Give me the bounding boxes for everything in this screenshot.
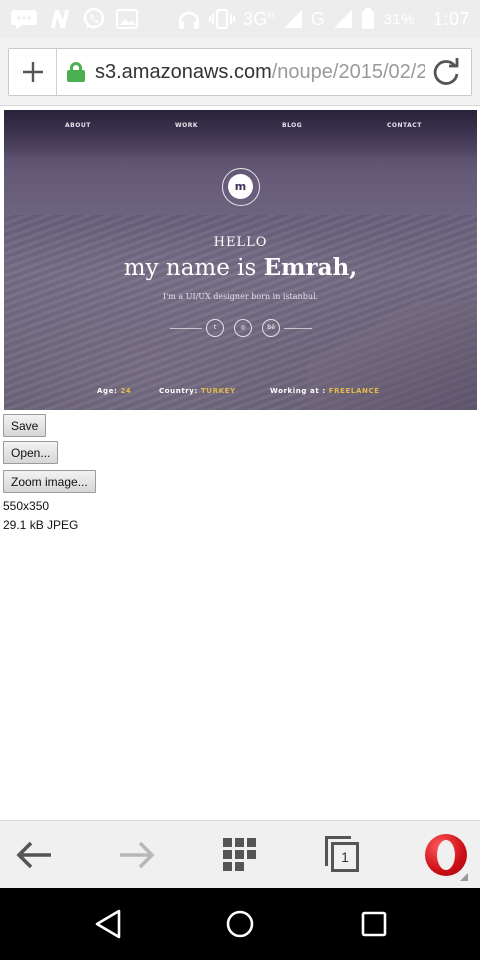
triangle-back-icon [95,909,121,939]
image-subline: I'm a UI/UX designer born in istanbul. [162,292,319,301]
image-dimensions: 550x350 [3,499,50,513]
working-value: FREELANCE [328,387,380,395]
fact-working: Working at : FREELANCE [270,387,380,395]
network-type: 3GH [242,8,275,29]
twitter-icon: t [206,319,224,337]
tab-count: 1 [331,842,359,872]
nav-recents-button[interactable] [340,888,408,960]
image-nav-work: WORK [175,122,198,129]
new-tab-button[interactable] [9,49,57,95]
image-nav-blog: BLOG [282,122,303,129]
open-button[interactable]: Open... [3,441,59,464]
nav-home-button[interactable] [206,888,274,960]
notification-icons [10,7,138,31]
social-divider-left [170,328,202,329]
system-nav-bar [0,888,480,960]
lock-icon[interactable] [67,62,85,82]
tabs-button[interactable]: 1 [309,821,377,889]
url-field[interactable]: s3.amazonaws.com/noupe/2015/02/2 [8,48,472,96]
image-nav-contact: CONTACT [387,122,422,129]
save-button[interactable]: Save [3,414,47,437]
forward-button[interactable] [103,821,171,889]
image-background-wall [4,110,477,160]
grid-icon [223,838,256,871]
app-n-icon [51,10,69,28]
plus-icon [22,62,43,82]
age-value: 24 [120,387,132,395]
image-hello: HELLO [213,235,268,250]
image-headline: my name is Emrah, [4,254,477,281]
headline-name: Emrah, [263,254,358,281]
url-path: /noupe/2015/02/2 [271,60,425,83]
viewed-image[interactable]: ABOUT WORK BLOG CONTACT m HELLO my name … [4,110,477,410]
screen: 3GH G 31% 1:07 s3.amazonaws.com/noupe/20… [0,0,480,960]
signal-icon [283,10,302,28]
nav-back-button[interactable] [74,888,142,960]
vibrate-icon [208,8,235,30]
age-label: Age: [97,387,118,395]
clock: 1:07 [432,8,470,29]
dribbble-icon: ◎ [234,319,252,337]
messenger-icon [11,10,37,29]
menu-corner-icon [460,873,468,881]
social-divider-right [284,328,312,329]
working-label: Working at : [270,387,326,395]
status-bar: 3GH G 31% 1:07 [0,0,480,38]
system-status: 3GH G 31% 1:07 [177,8,470,30]
tabs-icon: 1 [325,836,361,874]
battery-percent: 31% [383,10,415,28]
back-arrow-icon [16,841,51,869]
whatsapp-icon [83,7,105,29]
opera-logo-icon [425,834,467,876]
square-recents-icon [361,911,387,937]
circle-home-icon [226,910,254,938]
image-size-type: 29.1 kB JPEG [3,518,79,532]
back-button[interactable] [0,821,68,889]
image-logo: m [222,168,260,206]
speed-dial-button[interactable] [206,821,274,889]
image-nav-about: ABOUT [65,122,91,129]
opera-menu-button[interactable] [412,821,480,889]
fact-age: Age: 24 [97,387,131,395]
image-social-row: t ◎ Bē [170,318,312,338]
logo-letter: m [228,174,253,199]
zoom-image-button[interactable]: Zoom image... [3,470,96,493]
address-bar: s3.amazonaws.com/noupe/2015/02/2 [0,38,480,106]
carrier-network: G [310,8,326,29]
image-icon [116,9,138,29]
browser-bottom-bar: 1 [0,820,480,888]
headset-icon [178,11,200,29]
url-host: s3.amazonaws.com [95,60,272,83]
forward-arrow-icon [120,841,155,869]
country-label: Country: [159,387,198,395]
battery-icon [362,8,375,29]
url-text[interactable]: s3.amazonaws.com/noupe/2015/02/2 [95,61,425,84]
reload-icon[interactable] [431,57,461,87]
country-value: TURKEY [200,387,236,395]
behance-icon: Bē [262,319,280,337]
signal-icon-2 [334,10,353,28]
headline-prefix: my name is [123,255,264,281]
fact-country: Country: TURKEY [159,387,236,395]
